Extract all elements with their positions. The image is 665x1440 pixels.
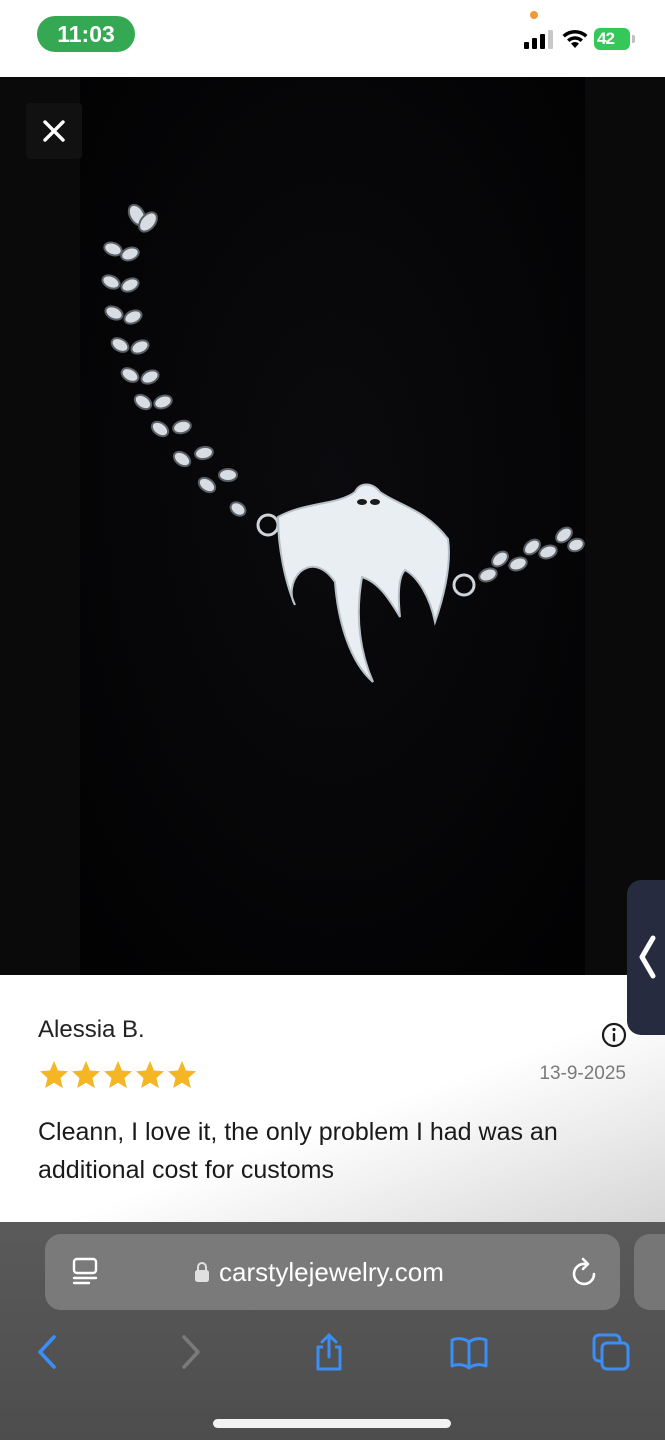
info-icon[interactable]	[601, 1022, 627, 1048]
review-card: Alessia B. 13-9-2025 Cleann, I love it, …	[0, 975, 665, 1222]
reload-icon[interactable]	[570, 1256, 600, 1288]
battery-level: 42	[597, 29, 615, 48]
star-icon	[136, 1061, 164, 1088]
star-icon	[72, 1061, 100, 1088]
privacy-indicator-dot	[530, 11, 538, 19]
forward-icon[interactable]	[170, 1332, 208, 1372]
reader-mode-icon[interactable]	[71, 1256, 99, 1288]
address-bar[interactable]: carstylejewelry.com	[45, 1234, 620, 1310]
review-photo	[80, 77, 585, 975]
review-date: 13-9-2025	[539, 1063, 626, 1084]
back-icon[interactable]	[30, 1332, 68, 1372]
review-text: Cleann, I love it, the only problem I ha…	[38, 1118, 558, 1184]
close-icon	[43, 120, 65, 142]
star-icon	[168, 1061, 196, 1088]
share-icon[interactable]	[310, 1332, 348, 1372]
chevron-left-icon	[639, 935, 656, 979]
url-text: carstylejewelry.com	[219, 1257, 444, 1287]
browser-toolbar: carstylejewelry.com	[0, 1222, 665, 1440]
review-photo-viewer	[0, 77, 665, 975]
reviewer-name: Alessia B.	[38, 1016, 145, 1043]
next-tab-preview[interactable]	[634, 1234, 665, 1310]
star-icon	[104, 1061, 132, 1088]
home-indicator	[213, 1419, 451, 1428]
bookmarks-icon[interactable]	[450, 1332, 488, 1372]
signal-icon	[524, 30, 553, 49]
star-icon	[40, 1061, 68, 1088]
side-drawer-tab[interactable]	[627, 880, 665, 1035]
status-bar: 11:03 42	[0, 0, 665, 77]
wifi-icon	[562, 29, 588, 48]
status-time: 11:03	[37, 16, 135, 52]
tabs-icon[interactable]	[592, 1332, 630, 1372]
ghost-necklace-image	[80, 77, 585, 975]
battery-charging-icon: 42	[594, 28, 635, 50]
lock-icon	[195, 1262, 209, 1282]
close-button[interactable]	[26, 103, 82, 159]
star-rating	[38, 1059, 198, 1091]
